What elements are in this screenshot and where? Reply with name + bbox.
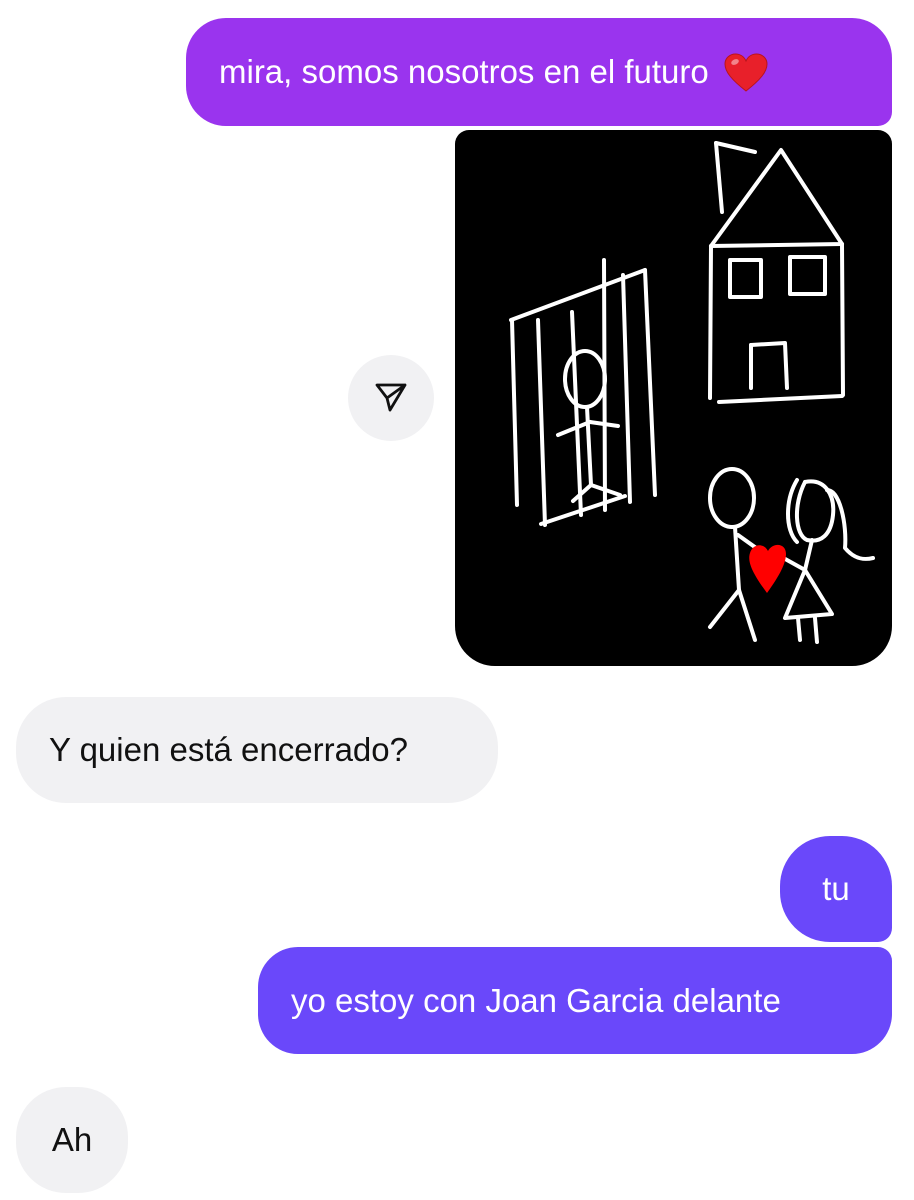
send-share-icon xyxy=(373,378,409,419)
image-message[interactable] xyxy=(455,130,892,666)
sent-message-bubble[interactable]: yo estoy con Joan Garcia delante xyxy=(258,947,892,1054)
message-text: Ah xyxy=(51,1121,93,1158)
sent-message-bubble[interactable]: mira, somos nosotros en el futuro xyxy=(186,18,892,126)
sent-message-bubble[interactable]: tu xyxy=(780,836,892,942)
received-message-bubble[interactable]: Y quien está encerrado? xyxy=(16,697,498,803)
stick-figure-drawing xyxy=(455,130,892,666)
received-message-bubble[interactable]: Ah xyxy=(16,1087,128,1193)
chat-thread: mira, somos nosotros en el futuro Y quie… xyxy=(0,0,914,1200)
message-text: yo estoy con Joan Garcia delante xyxy=(291,981,781,1019)
message-text: tu xyxy=(822,870,850,907)
message-text: mira, somos nosotros en el futuro xyxy=(219,53,709,90)
red-heart-icon xyxy=(723,53,769,93)
message-text: Y quien está encerrado? xyxy=(49,731,408,768)
share-button[interactable] xyxy=(348,355,434,441)
